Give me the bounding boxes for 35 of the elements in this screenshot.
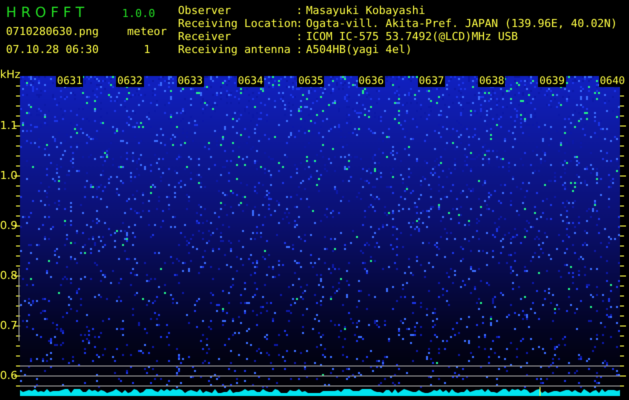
app-title: H R O F F T xyxy=(6,5,86,21)
unit-label: kHz xyxy=(0,69,20,81)
info-value: ICOM IC-575 53.7492(@LCD)MHz USB xyxy=(306,30,519,43)
time-mark: 0639 xyxy=(538,76,566,87)
info-separator: : xyxy=(296,43,304,56)
time-mark: 0633 xyxy=(176,76,204,87)
info-label: Receiver xyxy=(178,30,232,43)
info-value: Ogata-vill. Akita-Pref. JAPAN (139.96E, 40.02N) xyxy=(306,17,618,30)
time-mark: 0638 xyxy=(478,76,506,87)
meteor-count: 1 xyxy=(142,42,152,56)
time-mark: 0637 xyxy=(418,76,446,87)
time-mark: 0635 xyxy=(297,76,324,87)
axis-tick-label: 1.1 xyxy=(0,120,18,132)
info-label: Receiving Location xyxy=(178,17,296,30)
timestamp: 07.10.28 06:30 xyxy=(6,42,100,56)
info-separator: : xyxy=(296,4,304,17)
info-separator: : xyxy=(296,30,304,43)
axis-tick-label: 0.7 xyxy=(0,320,18,332)
info-value: Masayuki Kobayashi xyxy=(306,4,426,17)
file-name: 0710280630.png xyxy=(6,24,100,38)
axis-tick-label: 0.9 xyxy=(0,220,18,232)
axis-tick-label: 0.8 xyxy=(0,270,18,282)
info-separator: : xyxy=(296,17,304,30)
axis-tick-label: 0.6 xyxy=(0,370,18,382)
info-label: Receiving antenna xyxy=(178,43,292,56)
info-value: A504HB(yagi 4el) xyxy=(306,43,413,56)
axis-tick-label: 1.0 xyxy=(0,170,18,182)
info-label: Observer xyxy=(178,4,232,17)
time-mark: 0631 xyxy=(56,76,84,87)
time-mark: 0636 xyxy=(358,76,385,87)
time-mark: 0632 xyxy=(116,76,144,87)
time-mark: 0634 xyxy=(236,76,264,87)
version-label: 1.0.0 xyxy=(121,6,156,20)
time-mark: 0640 xyxy=(598,76,626,87)
count-label: meteor xyxy=(126,24,168,38)
